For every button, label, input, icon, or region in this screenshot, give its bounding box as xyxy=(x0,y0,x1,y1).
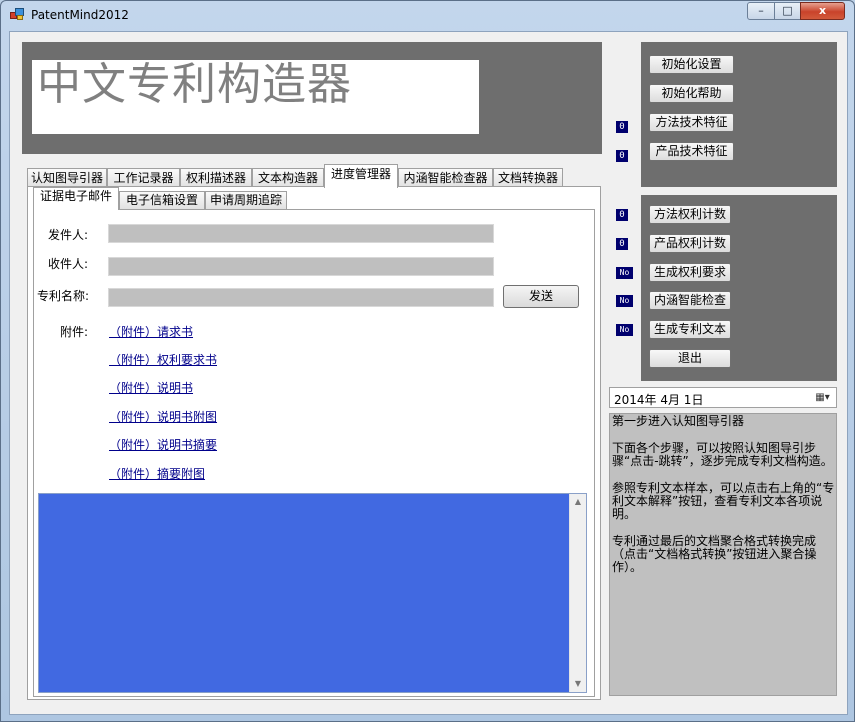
tab-doc-converter[interactable]: 文档转换器 xyxy=(493,168,563,188)
date-picker[interactable]: 2014年 4月 1日 ▦▾ xyxy=(609,387,837,408)
guide-paragraph: 专利通过最后的文档聚合格式转换完成（点击“文档格式转换”按钮进入聚合操作）。 xyxy=(612,534,836,574)
generate-claims-button[interactable]: 生成权利要求 xyxy=(649,263,731,282)
attachment-abstract-link[interactable]: （附件）说明书摘要 xyxy=(109,436,217,453)
product-features-button[interactable]: 产品技术特征 xyxy=(649,142,734,161)
scroll-up-icon[interactable]: ▲ xyxy=(570,494,586,510)
tab-work-log[interactable]: 工作记录器 xyxy=(107,168,180,188)
calendar-dropdown-icon[interactable]: ▦▾ xyxy=(812,391,833,404)
generate-patent-text-button[interactable]: 生成专利文本 xyxy=(649,320,731,339)
recipient-label: 收件人: xyxy=(48,255,88,272)
connotation-check-button[interactable]: 内涵智能检查 xyxy=(649,291,731,310)
connotation-check-indicator: No xyxy=(616,295,633,307)
generate-claims-indicator: No xyxy=(616,267,633,279)
init-settings-button[interactable]: 初始化设置 xyxy=(649,55,734,74)
product-features-indicator: 0 xyxy=(616,150,628,162)
product-claims-indicator: 0 xyxy=(616,238,628,250)
banner-title: 中文专利构造器 xyxy=(37,60,352,110)
patent-name-field[interactable] xyxy=(108,288,494,307)
attachment-abstract-figure-link[interactable]: （附件）摘要附图 xyxy=(109,465,205,482)
tab-claims-describer[interactable]: 权利描述器 xyxy=(180,168,252,188)
tab-evidence-email[interactable]: 证据电子邮件 xyxy=(33,187,119,210)
close-button[interactable]: x xyxy=(800,2,845,20)
init-help-button[interactable]: 初始化帮助 xyxy=(649,84,734,103)
minimize-button[interactable]: – xyxy=(747,2,775,20)
exit-button[interactable]: 退出 xyxy=(649,349,731,368)
send-button[interactable]: 发送 xyxy=(503,285,579,308)
setup-panel: 初始化设置 初始化帮助 方法技术特征 产品技术特征 xyxy=(641,42,837,187)
app-icon xyxy=(10,8,24,20)
attachment-description-link[interactable]: （附件）说明书 xyxy=(109,379,193,396)
date-value: 2014年 4月 1日 xyxy=(614,391,703,408)
tab-mailbox-settings[interactable]: 电子信箱设置 xyxy=(119,191,205,210)
guide-paragraph: 下面各个步骤，可以按照认知图导引步骤“点击-跳转”，逐步完成专利文档构造。 xyxy=(612,441,836,468)
generate-text-indicator: No xyxy=(616,324,633,336)
main-window: PatentMind2012 – □ x 中文专利构造器 初始化设置 初始化帮助… xyxy=(0,0,855,722)
tab-cognitive-map[interactable]: 认知图导引器 xyxy=(27,168,107,188)
attachment-claims-link[interactable]: （附件）权利要求书 xyxy=(109,351,217,368)
actions-panel: 方法权利计数 产品权利计数 生成权利要求 内涵智能检查 生成专利文本 退出 xyxy=(641,195,837,381)
maximize-button[interactable]: □ xyxy=(774,2,801,20)
attachment-request-link[interactable]: （附件）请求书 xyxy=(109,323,193,340)
banner-box: 中文专利构造器 xyxy=(32,60,479,134)
progress-manager-page: 证据电子邮件 电子信箱设置 申请周期追踪 发件人: 收件人: 专利名称: 发送 … xyxy=(27,186,601,700)
attachments-label: 附件: xyxy=(60,323,88,340)
vertical-scrollbar[interactable]: ▲ ▼ xyxy=(569,494,586,692)
title-bar[interactable]: PatentMind2012 – □ x xyxy=(1,1,854,29)
patent-name-label: 专利名称: xyxy=(37,287,89,304)
evidence-email-page: 发件人: 收件人: 专利名称: 发送 附件: （附件）请求书 （附件）权利要求书… xyxy=(33,209,595,697)
method-claims-count-button[interactable]: 方法权利计数 xyxy=(649,205,731,224)
tab-text-builder[interactable]: 文本构造器 xyxy=(252,168,324,188)
attachment-drawings-link[interactable]: （附件）说明书附图 xyxy=(109,408,217,425)
tab-filing-cycle[interactable]: 申请周期追踪 xyxy=(205,191,287,210)
method-claims-indicator: 0 xyxy=(616,209,628,221)
method-features-button[interactable]: 方法技术特征 xyxy=(649,113,734,132)
email-body-textarea[interactable]: ▲ ▼ xyxy=(38,493,587,693)
scroll-down-icon[interactable]: ▼ xyxy=(570,676,586,692)
product-claims-count-button[interactable]: 产品权利计数 xyxy=(649,234,731,253)
guide-text-box[interactable]: 第一步进入认知图导引器 下面各个步骤，可以按照认知图导引步骤“点击-跳转”，逐步… xyxy=(609,413,837,696)
client-area: 中文专利构造器 初始化设置 初始化帮助 方法技术特征 产品技术特征 0 0 方法… xyxy=(9,31,848,715)
method-features-indicator: 0 xyxy=(616,121,628,133)
banner-panel: 中文专利构造器 xyxy=(22,42,602,154)
recipient-field[interactable] xyxy=(108,257,494,276)
tab-progress-manager[interactable]: 进度管理器 xyxy=(324,164,398,188)
sender-label: 发件人: xyxy=(48,226,88,243)
guide-paragraph: 参照专利文本样本，可以点击右上角的“专利文本解释”按钮，查看专利文本各项说明。 xyxy=(612,481,836,521)
sender-field[interactable] xyxy=(108,224,494,243)
guide-paragraph: 第一步进入认知图导引器 xyxy=(612,414,836,428)
window-title: PatentMind2012 xyxy=(31,8,129,22)
tab-connotation-checker[interactable]: 内涵智能检查器 xyxy=(398,168,493,188)
